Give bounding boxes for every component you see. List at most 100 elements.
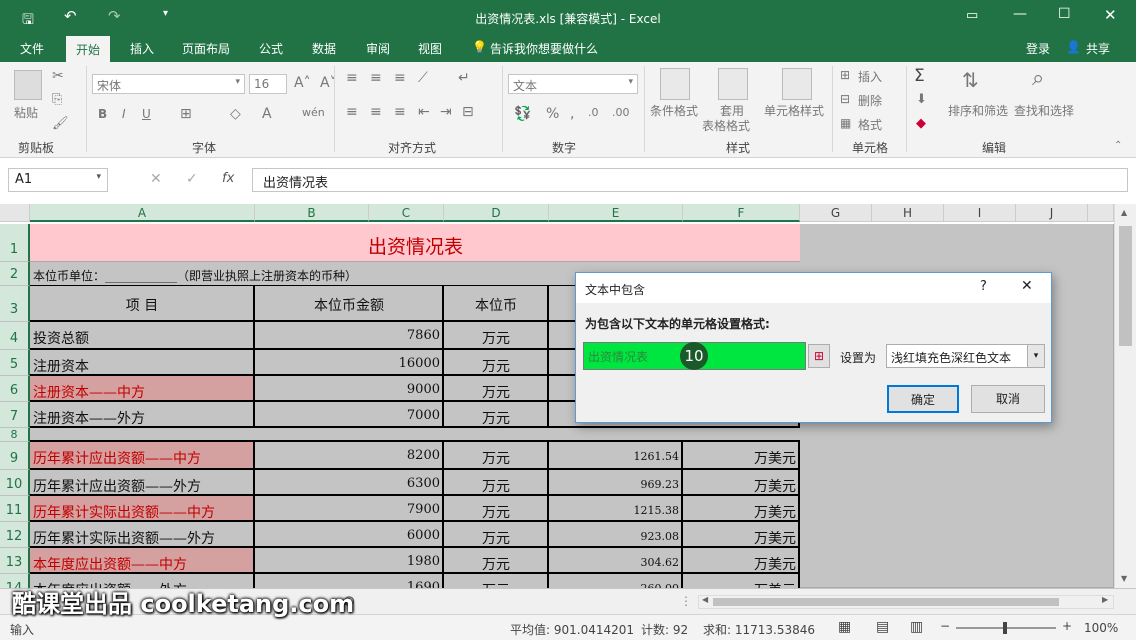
enter-icon[interactable]: ✓ (186, 171, 198, 187)
col-header-f[interactable]: F (683, 204, 800, 222)
close-window-icon[interactable]: ✕ (1104, 6, 1117, 24)
tab-view[interactable]: 视图 (418, 40, 442, 57)
tab-insert[interactable]: 插入 (130, 40, 154, 57)
collapse-ribbon-icon[interactable]: ⌃ (1114, 140, 1122, 151)
row-header[interactable]: 12 (0, 522, 30, 548)
phonetic-icon[interactable]: wén (302, 106, 325, 119)
dialog-close-button[interactable]: ✕ (1021, 278, 1033, 294)
normal-view-icon[interactable]: ▦ (838, 619, 851, 635)
item-cell[interactable]: 本年度应出资额——中方 (30, 548, 255, 574)
fill-icon[interactable]: ⬇ (916, 92, 927, 107)
col-header-c[interactable]: C (369, 204, 444, 222)
usd-cell[interactable]: 969.23 (549, 470, 683, 496)
usd-unit-cell[interactable]: 万美元 (683, 548, 800, 574)
sort-filter-icon[interactable]: ⇅ (962, 68, 979, 92)
orientation-icon[interactable]: ⟋ (418, 70, 428, 86)
format-select[interactable]: 浅红填充色深红色文本 ▾ (886, 344, 1045, 368)
usd-unit-cell[interactable]: 万美元 (683, 442, 800, 470)
usd-unit-cell[interactable]: 万美元 (683, 574, 800, 588)
amount-cell[interactable]: 7900 (255, 496, 444, 522)
usd-unit-cell[interactable]: 万美元 (683, 470, 800, 496)
align-right-icon[interactable]: ≡ (394, 104, 406, 120)
sign-in-link[interactable]: 登录 (1026, 40, 1050, 57)
row-header[interactable]: 11 (0, 496, 30, 522)
col-header-b[interactable]: B (255, 204, 369, 222)
col-header-j[interactable]: J (1016, 204, 1088, 222)
unit-cell[interactable]: 万元 (444, 522, 549, 548)
header-item-cell[interactable]: 项 目 (30, 286, 255, 322)
zoom-level[interactable]: 100% (1084, 621, 1118, 635)
sort-filter-button[interactable]: 排序和筛选 (948, 102, 1008, 119)
scroll-right-icon[interactable]: ▶ (1102, 595, 1108, 604)
cancel-button[interactable]: 取消 (971, 385, 1045, 413)
merge-center-icon[interactable]: ⊟ (462, 104, 474, 120)
usd-cell[interactable]: 1215.38 (549, 496, 683, 522)
col-header-a[interactable]: A (30, 204, 255, 222)
col-header-e[interactable]: E (549, 204, 683, 222)
amount-cell[interactable]: 16000 (255, 350, 444, 376)
format-painter-icon[interactable]: 🖌 (52, 116, 69, 131)
minimize-icon[interactable]: — (1013, 6, 1027, 22)
unit-cell[interactable]: 万元 (444, 402, 549, 428)
help-button[interactable]: ? (980, 279, 987, 294)
unit-cell[interactable]: 万元 (444, 470, 549, 496)
header-unit-cell[interactable]: 本位币 (444, 286, 549, 322)
item-cell[interactable]: 历年累计应出资额——中方 (30, 442, 255, 470)
find-select-button[interactable]: 查找和选择 (1014, 102, 1074, 119)
delete-cells-icon[interactable]: ⊟ (840, 92, 850, 106)
ok-button[interactable]: 确定 (887, 385, 959, 413)
tell-me-search[interactable]: 告诉我你想要做什么 (490, 40, 598, 57)
cell-styles-icon[interactable] (782, 68, 812, 100)
formula-input[interactable]: 出资情况表 (252, 168, 1128, 192)
item-cell[interactable]: 注册资本——外方 (30, 402, 255, 428)
copy-icon[interactable]: ⎘ (52, 92, 62, 107)
find-icon[interactable]: ⌕ (1032, 66, 1044, 91)
align-left-icon[interactable]: ≡ (346, 104, 358, 120)
tab-review[interactable]: 审阅 (366, 40, 390, 57)
insert-cells-button[interactable]: 插入 (858, 68, 882, 85)
wrap-text-icon[interactable]: ↵ (458, 70, 470, 86)
select-all-button[interactable] (0, 204, 30, 222)
paste-button[interactable]: 粘贴 (14, 104, 38, 121)
amount-cell[interactable]: 6000 (255, 522, 444, 548)
tab-data[interactable]: 数据 (312, 40, 336, 57)
clear-icon[interactable]: ◆ (916, 116, 926, 131)
tab-page-layout[interactable]: 页面布局 (182, 40, 230, 57)
insert-function-button[interactable]: fx (222, 171, 234, 186)
cut-icon[interactable]: ✂ (52, 68, 64, 84)
amount-cell[interactable]: 8200 (255, 442, 444, 470)
cancel-icon[interactable]: ✕ (150, 171, 162, 187)
page-layout-view-icon[interactable]: ▤ (876, 619, 889, 635)
amount-cell[interactable]: 7000 (255, 402, 444, 428)
row-header[interactable]: 3 (0, 286, 30, 322)
unit-cell[interactable]: 万元 (444, 322, 549, 350)
unit-cell[interactable]: 万元 (444, 376, 549, 402)
format-cells-button[interactable]: 格式 (858, 116, 882, 133)
row-header[interactable]: 1 (0, 224, 30, 262)
format-cells-icon[interactable]: ▦ (840, 116, 851, 130)
more-options-icon[interactable]: ⋮ (680, 594, 692, 608)
comma-style-icon[interactable]: , (570, 106, 574, 122)
row-header[interactable]: 7 (0, 402, 30, 428)
tab-file[interactable]: 文件 (20, 40, 44, 57)
item-cell[interactable]: 注册资本 (30, 350, 255, 376)
maximize-icon[interactable]: ☐ (1058, 6, 1071, 22)
usd-cell[interactable]: 1261.54 (549, 442, 683, 470)
amount-cell[interactable]: 1980 (255, 548, 444, 574)
currency-icon[interactable]: 💱 (514, 106, 531, 122)
row-header[interactable]: 6 (0, 376, 30, 402)
row-header[interactable]: 9 (0, 442, 30, 470)
col-header-d[interactable]: D (444, 204, 549, 222)
percent-button[interactable]: % (546, 106, 559, 122)
share-button[interactable]: 共享 (1086, 40, 1110, 57)
col-header-k[interactable] (1088, 204, 1114, 222)
usd-cell[interactable]: 260.00 (549, 574, 683, 588)
row-header[interactable]: 2 (0, 262, 30, 286)
underline-button[interactable]: U (142, 107, 151, 121)
horizontal-scrollbar[interactable]: ◀ ▶ (698, 595, 1114, 609)
header-amount-cell[interactable]: 本位币金额 (255, 286, 444, 322)
unit-cell[interactable]: 万元 (444, 574, 549, 588)
align-bottom-icon[interactable]: ≡ (394, 70, 406, 86)
amount-cell[interactable]: 7860 (255, 322, 444, 350)
col-header-g[interactable]: G (800, 204, 872, 222)
